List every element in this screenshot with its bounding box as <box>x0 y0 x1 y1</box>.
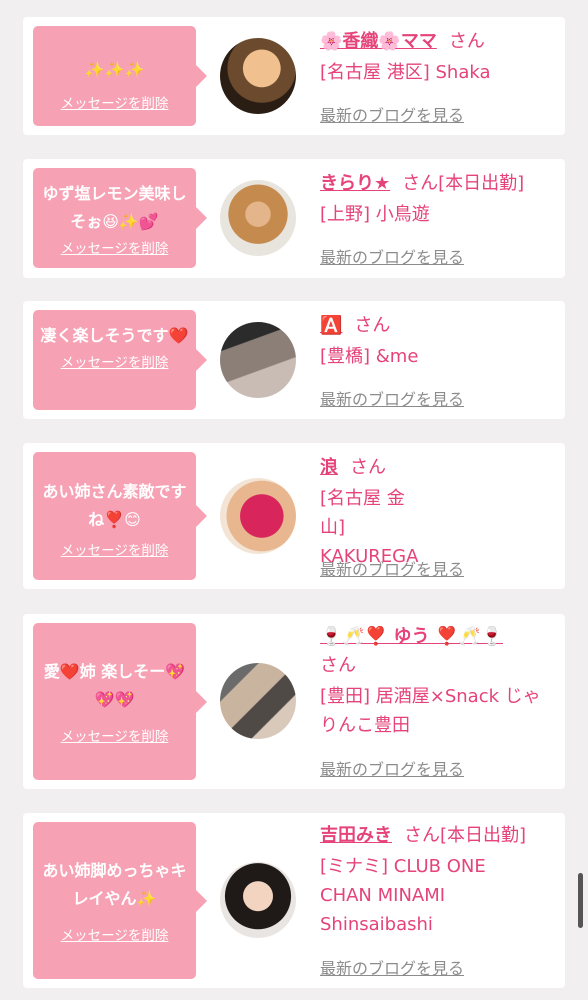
delete-message-link[interactable]: メッセージを削除 <box>33 240 196 258</box>
honorific: さん <box>320 655 356 676</box>
shop-area: [豊橋] &me <box>320 346 419 367</box>
cast-name-link[interactable]: 浪 <box>320 457 338 478</box>
message-text: 凄く楽しそうです❤️ <box>40 326 189 345</box>
message-text: 愛❤️姉 楽しそー💖💖💖 <box>43 662 186 709</box>
delete-message-link[interactable]: メッセージを削除 <box>33 927 196 945</box>
avatar[interactable] <box>220 663 296 739</box>
message-card: 凄く楽しそうです❤️ メッセージを削除 🅰️ さん [豊橋] &me 最新のブログ… <box>23 301 565 419</box>
shop-area: [名古屋 港区] Shaka <box>320 62 491 83</box>
avatar[interactable] <box>220 180 296 256</box>
message-card: ✨✨✨ メッセージを削除 🌸香織🌸ママ さん [名古屋 港区] Shaka 最新の… <box>23 17 565 135</box>
honorific: さん <box>404 825 440 846</box>
cast-info: きらり★ さん[本日出勤] [上野] 小鳥遊 <box>320 169 558 229</box>
honorific: さん <box>402 173 439 194</box>
cast-name-link[interactable]: 吉田みき <box>320 825 392 846</box>
honorific: さん <box>448 31 485 52</box>
message-card: あい姉脚めっちゃキレイやん✨ メッセージを削除 吉田みき さん[本日出勤] [ミナ… <box>23 813 565 988</box>
status-badge: [本日出勤] <box>438 173 525 194</box>
avatar[interactable] <box>220 478 296 554</box>
cast-info: 🅰️ さん [豊橋] &me <box>320 311 558 371</box>
message-text: ゆず塩レモン美味しそぉ😆✨💕 <box>42 184 187 231</box>
latest-blog-link[interactable]: 最新のブログを見る <box>320 955 464 979</box>
avatar[interactable] <box>220 322 296 398</box>
honorific: さん <box>350 457 386 478</box>
delete-message-link[interactable]: メッセージを削除 <box>33 542 196 560</box>
shop-area: [豊田] 居酒屋×Snack じゃりんこ豊田 <box>320 686 541 736</box>
message-text: あい姉さん素敵ですね❣️😊 <box>42 482 187 529</box>
cast-info: 🌸香織🌸ママ さん [名古屋 港区] Shaka <box>320 27 558 87</box>
latest-blog-link[interactable]: 最新のブログを見る <box>320 244 464 268</box>
shop-area: [上野] 小鳥遊 <box>320 204 430 225</box>
message-bubble: 愛❤️姉 楽しそー💖💖💖 メッセージを削除 <box>33 623 207 780</box>
message-bubble: ✨✨✨ メッセージを削除 <box>33 26 207 126</box>
delete-message-link[interactable]: メッセージを削除 <box>33 728 196 746</box>
shop-area: [ミナミ] CLUB ONE CHAN MINAMI Shinsaibashi <box>320 856 486 935</box>
message-text: あい姉脚めっちゃキレイやん✨ <box>42 861 187 908</box>
message-card: 愛❤️姉 楽しそー💖💖💖 メッセージを削除 🍷🥂❣️ ゆう ❣️🥂🍷 さん [豊田… <box>23 614 565 789</box>
latest-blog-link[interactable]: 最新のブログを見る <box>320 756 464 780</box>
cast-info: 🍷🥂❣️ ゆう ❣️🥂🍷 さん [豊田] 居酒屋×Snack じゃりんこ豊田 <box>320 622 558 740</box>
avatar[interactable] <box>220 38 296 114</box>
delete-message-link[interactable]: メッセージを削除 <box>33 95 196 113</box>
message-bubble: あい姉さん素敵ですね❣️😊 メッセージを削除 <box>33 452 207 580</box>
avatar[interactable] <box>220 862 296 938</box>
cast-name-link[interactable]: 🅰️ <box>320 315 342 336</box>
cast-name-link[interactable]: きらり★ <box>320 173 390 194</box>
latest-blog-link[interactable]: 最新のブログを見る <box>320 556 464 580</box>
message-bubble: あい姉脚めっちゃキレイやん✨ メッセージを削除 <box>33 822 207 979</box>
message-card: あい姉さん素敵ですね❣️😊 メッセージを削除 浪さん [名古屋 金山] KAKU… <box>23 443 565 589</box>
cast-info: 浪さん [名古屋 金山] KAKUREGA <box>320 453 558 571</box>
delete-message-link[interactable]: メッセージを削除 <box>33 354 196 372</box>
message-bubble: 凄く楽しそうです❤️ メッセージを削除 <box>33 310 207 410</box>
cast-name-link[interactable]: 🍷🥂❣️ ゆう ❣️🥂🍷 <box>320 626 503 647</box>
scrollbar[interactable] <box>578 873 583 928</box>
latest-blog-link[interactable]: 最新のブログを見る <box>320 386 464 410</box>
honorific: さん <box>354 315 391 336</box>
status-badge: [本日出勤] <box>440 825 527 846</box>
cast-info: 吉田みき さん[本日出勤] [ミナミ] CLUB ONE CHAN MINAMI … <box>320 821 558 939</box>
message-card: ゆず塩レモン美味しそぉ😆✨💕 メッセージを削除 きらり★ さん[本日出勤] [上野… <box>23 159 565 278</box>
message-text: ✨✨✨ <box>84 60 145 79</box>
latest-blog-link[interactable]: 最新のブログを見る <box>320 102 464 126</box>
message-bubble: ゆず塩レモン美味しそぉ😆✨💕 メッセージを削除 <box>33 168 207 268</box>
cast-name-link[interactable]: 🌸香織🌸ママ <box>320 31 437 52</box>
